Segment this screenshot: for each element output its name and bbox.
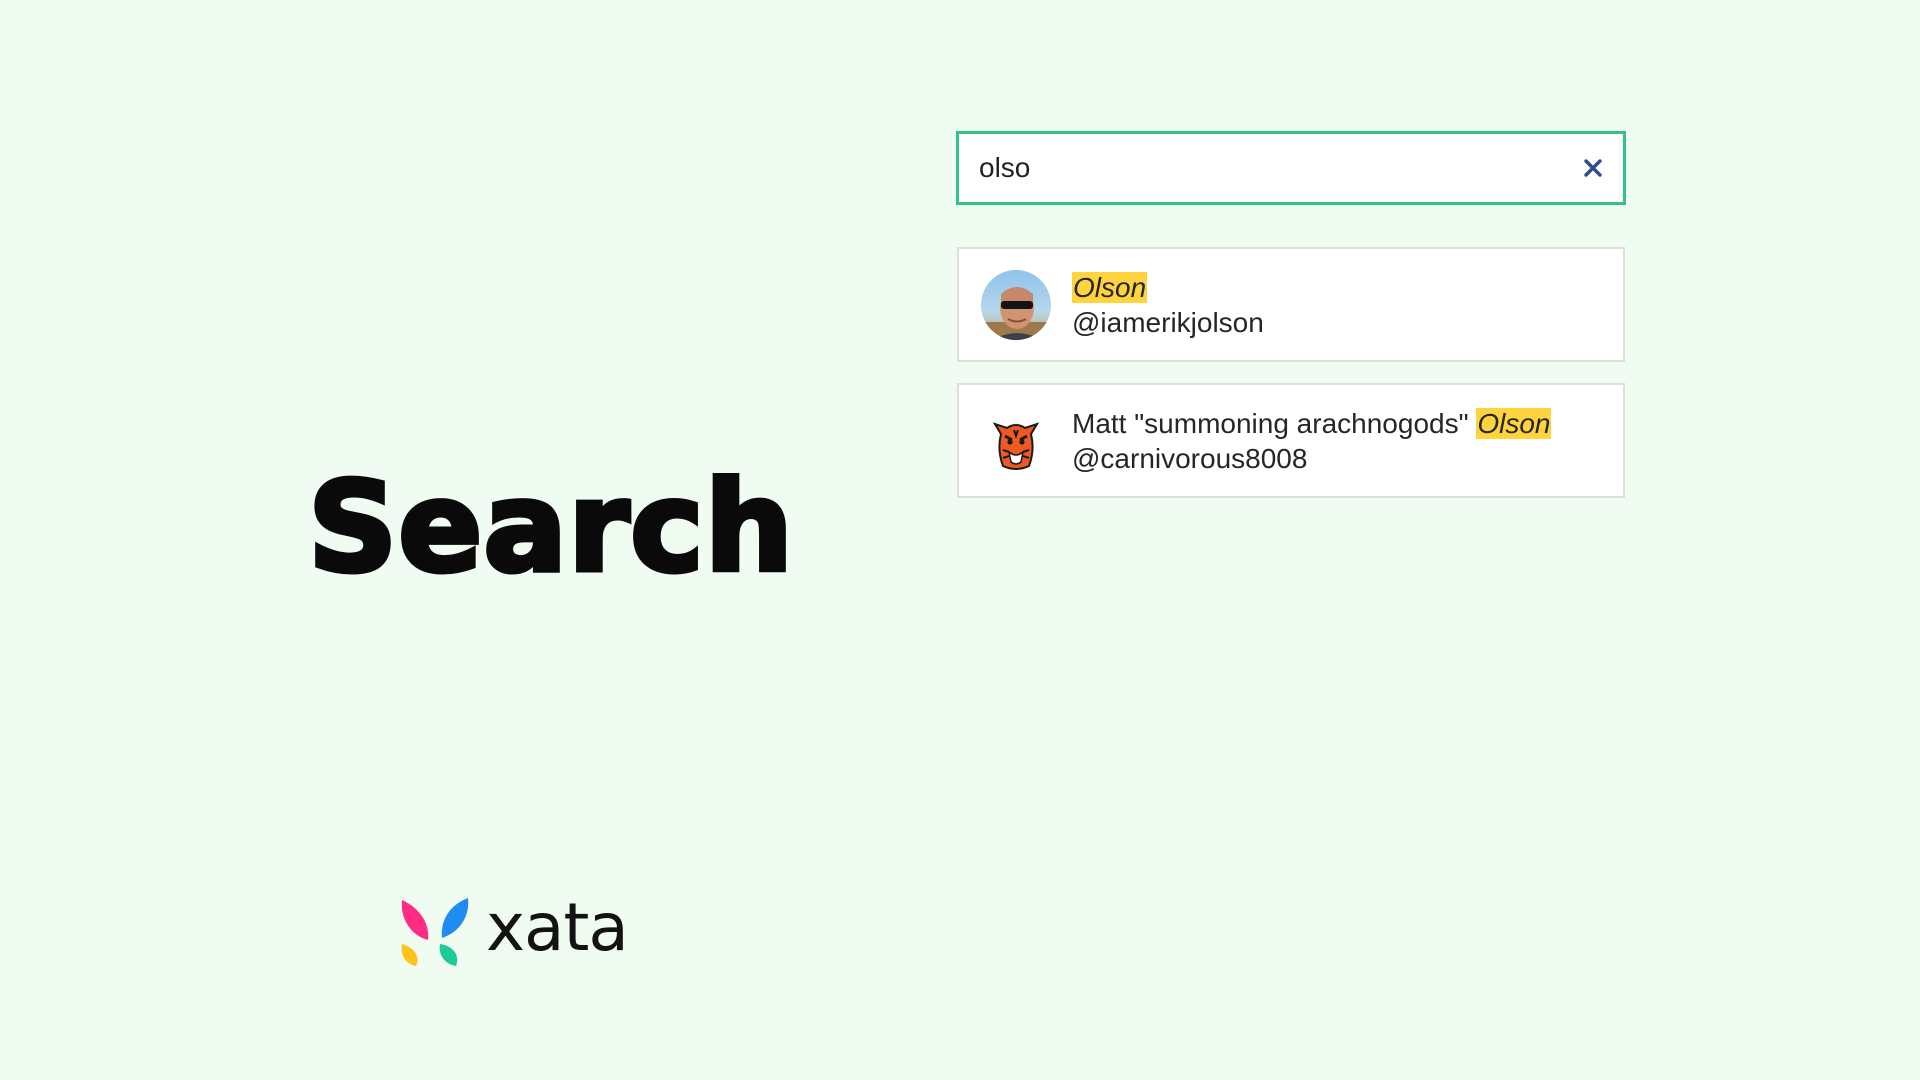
xata-logo-icon	[401, 898, 469, 966]
search-results-list: Olson @iamerikjolson Matt "summoning ara…	[957, 247, 1625, 519]
clear-search-button[interactable]	[1563, 134, 1623, 202]
person-sunglasses-avatar	[981, 269, 1051, 340]
search-result-item[interactable]: Matt "summoning arachnogods" Olson @carn…	[957, 383, 1625, 498]
tiger-avatar	[981, 405, 1051, 476]
brand-logo-group: xata	[398, 889, 629, 968]
close-icon	[1584, 159, 1602, 177]
result-handle: @carnivorous8008	[1072, 442, 1308, 474]
search-result-item[interactable]: Olson @iamerikjolson	[957, 247, 1625, 362]
result-handle: @iamerikjolson	[1072, 306, 1264, 338]
result-name: Olson	[1072, 270, 1264, 305]
result-name-highlight: Olson	[1072, 271, 1148, 303]
result-name: Matt "summoning arachnogods" Olson	[1072, 406, 1552, 441]
result-text: Olson @iamerikjolson	[1072, 270, 1264, 340]
result-name-prefix: Matt "summoning arachnogods"	[1072, 407, 1477, 439]
search-input[interactable]	[959, 134, 1563, 202]
brand-name: xata	[486, 889, 629, 966]
hero-title: Search	[305, 456, 795, 600]
result-text: Matt "summoning arachnogods" Olson @carn…	[1072, 406, 1552, 476]
search-box	[956, 131, 1626, 205]
result-name-highlight: Olson	[1476, 407, 1552, 439]
